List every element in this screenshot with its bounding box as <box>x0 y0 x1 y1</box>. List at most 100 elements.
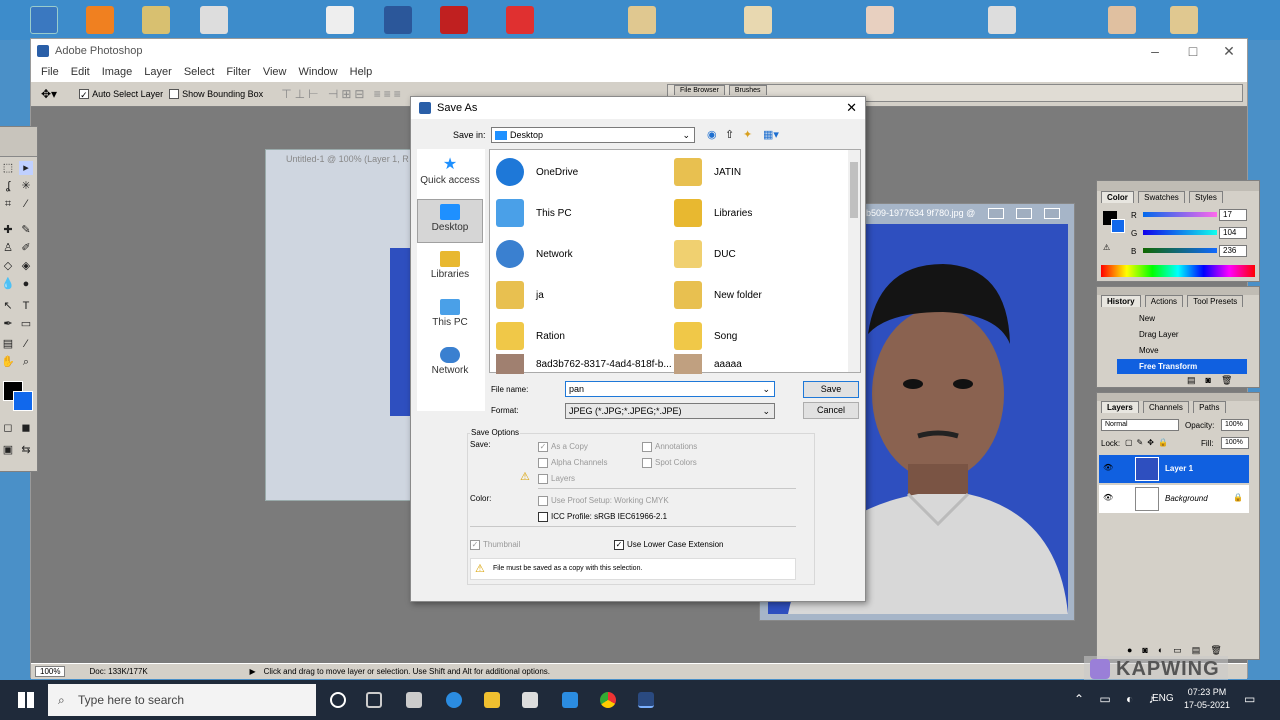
alpha-checkbox[interactable]: Alpha Channels <box>538 458 607 468</box>
chrome-icon[interactable] <box>600 692 616 708</box>
history-item[interactable]: Move <box>1117 343 1247 358</box>
lasso-tool-icon[interactable]: ʆ <box>1 179 15 193</box>
lowercase-checkbox[interactable]: ✓ Use Lower Case Extension <box>614 540 724 550</box>
task-view-icon[interactable] <box>366 692 382 708</box>
new-folder-icon[interactable]: ✦ <box>743 128 752 141</box>
tab-channels[interactable]: Channels <box>1143 401 1189 413</box>
tab-file-browser[interactable]: File Browser <box>674 85 725 95</box>
list-item[interactable]: Song <box>674 318 737 354</box>
place-desktop[interactable]: Desktop <box>417 199 483 243</box>
word-icon[interactable] <box>384 6 412 34</box>
tab-styles[interactable]: Styles <box>1189 191 1223 203</box>
bg-swatch[interactable] <box>1111 219 1125 233</box>
notification-icon[interactable]: ▭ <box>1244 692 1255 706</box>
tab-layers[interactable]: Layers <box>1101 401 1139 413</box>
path-select-icon[interactable]: ↖ <box>1 299 15 313</box>
menu-help[interactable]: Help <box>350 66 373 78</box>
crop-tool-icon[interactable]: ⌗ <box>1 197 15 211</box>
tab-paths[interactable]: Paths <box>1193 401 1226 413</box>
g-slider[interactable] <box>1143 230 1217 235</box>
history-item-selected[interactable]: Free Transform <box>1117 359 1247 374</box>
as-copy-checkbox[interactable]: ✓ As a Copy <box>538 442 588 452</box>
camera-icon[interactable] <box>406 692 422 708</box>
menu-image[interactable]: Image <box>102 66 133 78</box>
nch-icon[interactable] <box>440 6 468 34</box>
lock-icons[interactable]: ▢✎✥🔒 <box>1125 438 1172 447</box>
scrollbar-thumb[interactable] <box>850 162 858 218</box>
history-item[interactable]: New <box>1117 311 1247 326</box>
hand-tool-icon[interactable]: ✋ <box>1 355 15 369</box>
document-untitled[interactable]: Untitled-1 @ 100% (Layer 1, R <box>265 149 416 501</box>
list-item[interactable]: Ration <box>496 318 565 354</box>
file-icon[interactable] <box>1108 6 1136 34</box>
icc-checkbox[interactable]: ICC Profile: sRGB IEC61966-2.1 <box>538 512 667 522</box>
tab-brushes[interactable]: Brushes <box>728 85 767 95</box>
shape-tool-icon[interactable]: ▭ <box>19 317 33 331</box>
list-item[interactable]: aaaaa <box>674 354 742 374</box>
format-select[interactable]: JPEG (*.JPG;*.JPEG;*.JPE) ⌄ <box>565 403 775 419</box>
menu-window[interactable]: Window <box>299 66 338 78</box>
file-icon[interactable] <box>1170 6 1198 34</box>
align-icons[interactable]: ⊤⊥⊢ ⊣⊞⊟ ≡≡≡ <box>281 87 404 101</box>
layer-row[interactable]: 👁 Background 🔒 <box>1099 485 1249 513</box>
imageready-icon[interactable]: ⇆ <box>19 443 33 457</box>
notes-tool-icon[interactable]: ▤ <box>1 337 15 351</box>
doc-max-icon[interactable] <box>1016 208 1032 219</box>
windows-start-icon[interactable] <box>18 692 34 708</box>
history-item[interactable]: Drag Layer <box>1117 327 1247 342</box>
vlc-icon[interactable] <box>86 6 114 34</box>
save-in-select[interactable]: Desktop ⌄ <box>491 127 695 143</box>
doc-size[interactable]: Doc: 133K/177K <box>89 667 249 676</box>
b-slider[interactable] <box>1143 248 1217 253</box>
magic-wand-icon[interactable]: ✳ <box>19 179 33 193</box>
file-name-input[interactable]: pan ⌄ <box>565 381 775 397</box>
store-icon[interactable] <box>522 692 538 708</box>
slice-tool-icon[interactable]: ⁄ <box>19 197 33 211</box>
app-icon[interactable] <box>200 6 228 34</box>
healing-tool-icon[interactable]: ✚ <box>1 223 15 237</box>
spectrum-bar[interactable] <box>1101 265 1255 277</box>
scrollbar[interactable] <box>848 150 860 372</box>
tab-tool-presets[interactable]: Tool Presets <box>1187 295 1244 307</box>
close-icon[interactable]: ✕ <box>1219 43 1239 60</box>
r-value[interactable]: 17 <box>1219 209 1247 221</box>
layers-checkbox[interactable]: Layers <box>538 474 575 484</box>
proof-checkbox[interactable]: Use Proof Setup: Working CMYK <box>538 496 669 506</box>
opacity-value[interactable]: 100% <box>1221 419 1249 431</box>
cortana-icon[interactable] <box>330 692 346 708</box>
maximize-icon[interactable]: □ <box>1183 43 1203 59</box>
file-icon[interactable] <box>326 6 354 34</box>
move-tool-icon[interactable]: ✥▾ <box>41 87 57 101</box>
quickmask-on-icon[interactable]: ◼ <box>19 421 33 435</box>
blur-tool-icon[interactable]: 💧 <box>1 277 15 291</box>
bounding-box-checkbox[interactable]: Show Bounding Box <box>169 89 263 100</box>
clock[interactable]: 07:23 PM 17-05-2021 <box>1184 686 1230 712</box>
edge-icon[interactable] <box>446 692 462 708</box>
g-value[interactable]: 104 <box>1219 227 1247 239</box>
move-tool-icon[interactable]: ▸ <box>19 161 33 175</box>
blend-mode-select[interactable]: Normal <box>1101 419 1179 431</box>
quickmask-icon[interactable]: ◻ <box>1 421 15 435</box>
tab-color[interactable]: Color <box>1101 191 1134 203</box>
list-item[interactable]: Network <box>496 236 573 272</box>
stamp-tool-icon[interactable]: ♙ <box>1 241 15 255</box>
monitor-icon[interactable] <box>30 6 58 34</box>
spot-checkbox[interactable]: Spot Colors <box>642 458 697 468</box>
b-value[interactable]: 236 <box>1219 245 1247 257</box>
list-item[interactable]: DUC <box>674 236 736 272</box>
menu-view[interactable]: View <box>263 66 287 78</box>
dodge-tool-icon[interactable]: ● <box>19 277 33 291</box>
file-icon[interactable] <box>988 6 1016 34</box>
history-brush-icon[interactable]: ✐ <box>19 241 33 255</box>
list-item[interactable]: JATIN <box>674 154 741 190</box>
zoom-tool-icon[interactable]: ⌕ <box>19 355 33 369</box>
tab-swatches[interactable]: Swatches <box>1138 191 1185 203</box>
photoshop-taskbar-icon[interactable] <box>638 692 654 708</box>
brush-tool-icon[interactable]: ✎ <box>19 223 33 237</box>
up-folder-icon[interactable]: ⇧ <box>725 128 734 141</box>
screen-mode-icon[interactable]: ▣ <box>1 443 15 457</box>
language[interactable]: ENG <box>1152 693 1174 704</box>
list-item[interactable]: ja <box>496 277 544 313</box>
place-network[interactable]: Network <box>417 343 483 387</box>
pdf-icon[interactable] <box>506 6 534 34</box>
